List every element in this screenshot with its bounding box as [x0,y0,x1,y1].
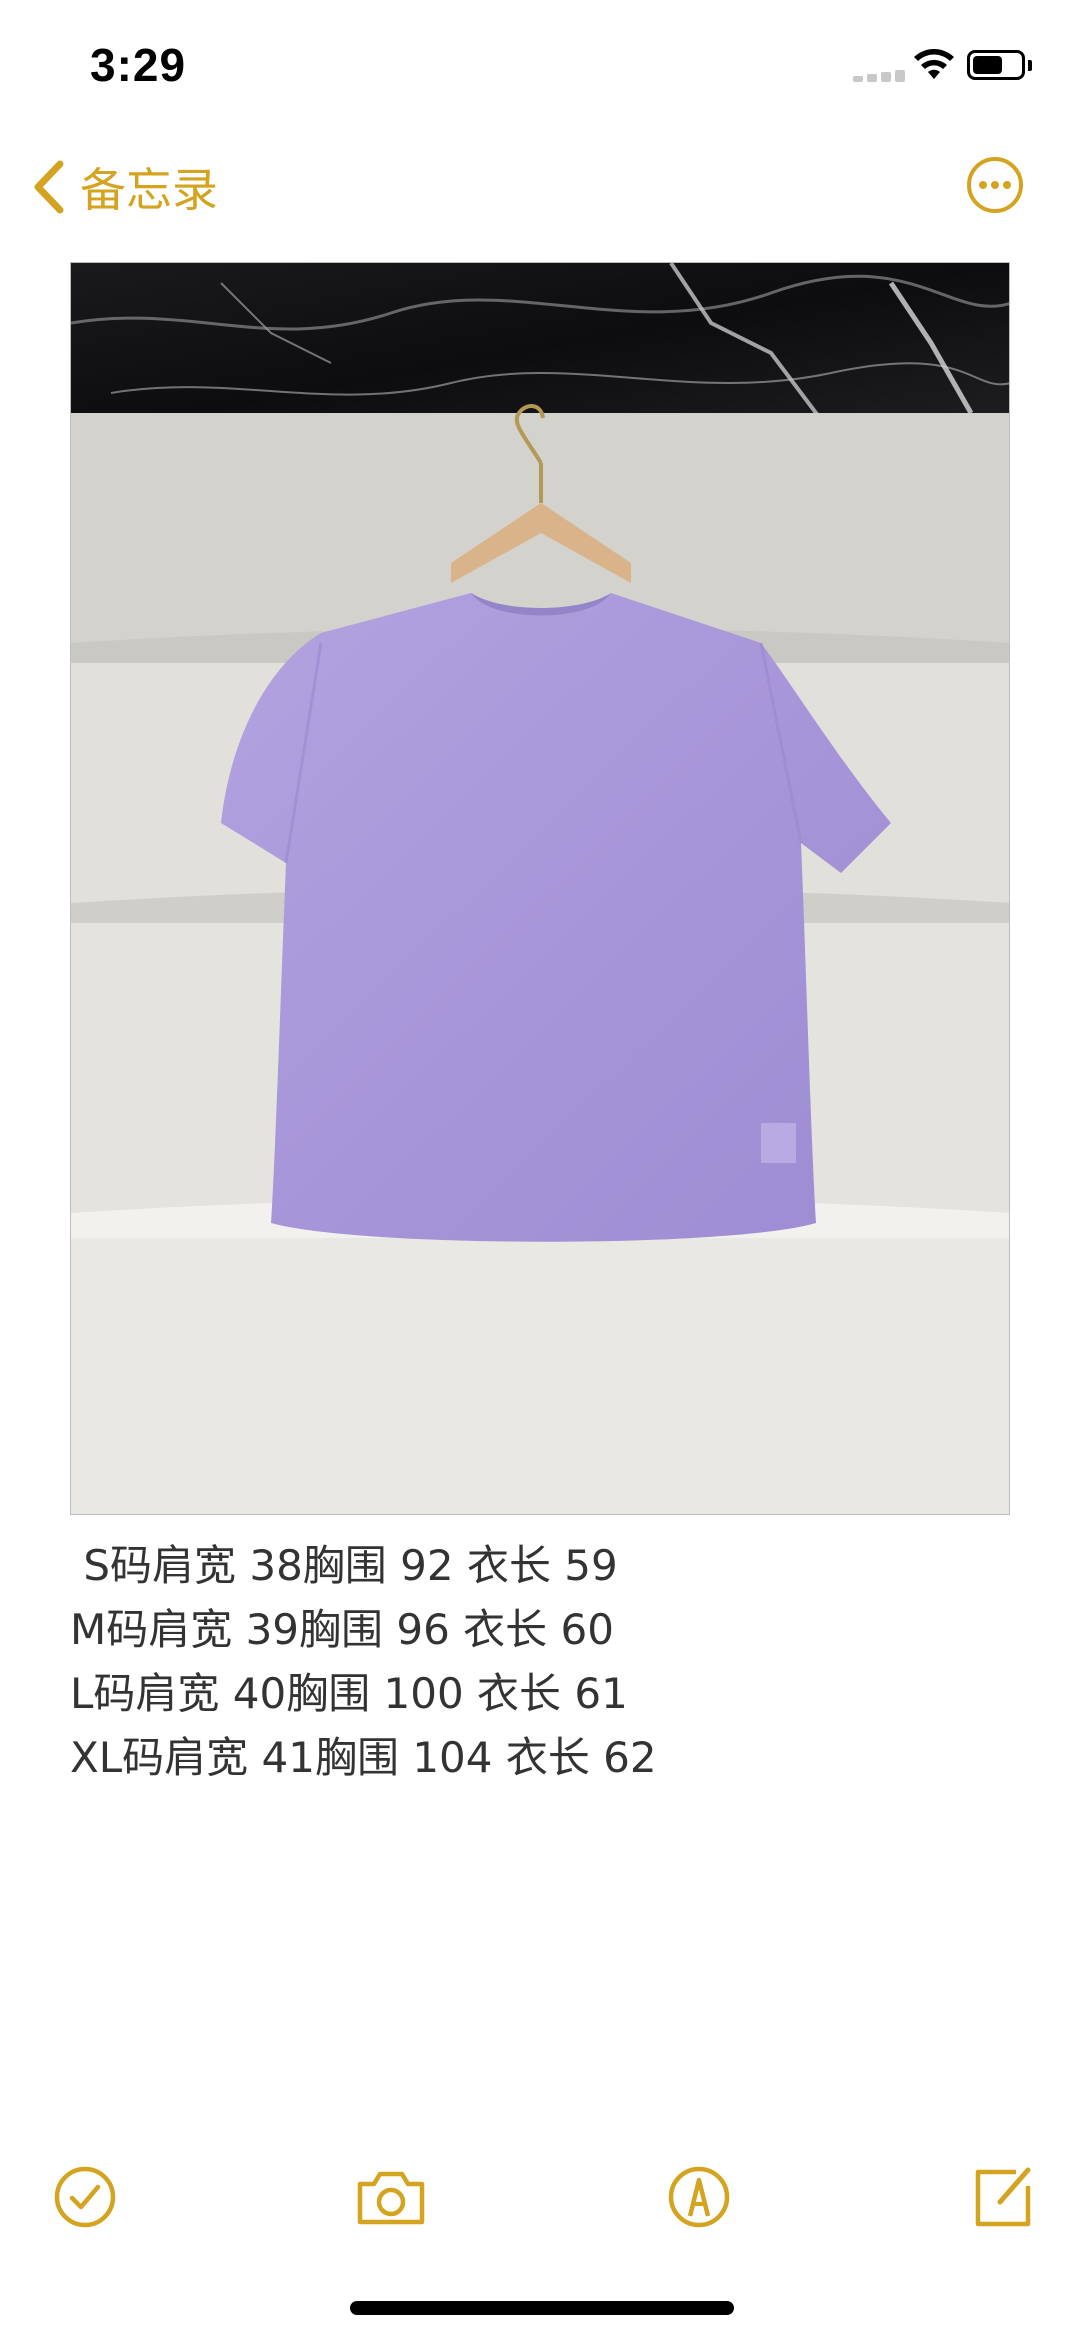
back-button[interactable]: 备忘录 [30,157,218,217]
size-line-m: M码肩宽 39胸围 96 衣长 60 [70,1605,614,1654]
camera-icon [357,2171,425,2225]
battery-tip [1028,60,1032,71]
tshirt-photo-illustration [71,263,1009,1514]
note-photo[interactable] [70,262,1010,1515]
chevron-left-icon [34,160,64,214]
ellipsis-circle-icon[interactable] [965,155,1025,215]
notes-screen: 3:29 备忘录 S码肩宽 38胸围 92 衣长 59 M码肩宽 39胸围 96… [0,0,1080,2337]
bottom-toolbar [0,2150,1080,2250]
markup-icon [668,2166,730,2228]
size-line-xl: XL码肩宽 41胸围 104 衣长 62 [70,1733,657,1782]
navigation-bar: 备忘录 [0,130,1080,240]
back-label: 备忘录 [80,163,218,217]
size-line-l: L码肩宽 40胸围 100 衣长 61 [70,1669,628,1718]
status-bar: 3:29 [0,0,1080,130]
wifi-icon [914,49,954,79]
checklist-button[interactable] [48,2160,122,2234]
size-line-s: S码肩宽 38胸围 92 衣长 59 [70,1541,618,1590]
battery-level [973,56,1002,74]
battery-icon [967,50,1025,80]
status-time: 3:29 [90,39,187,91]
cellular-signal-icon [853,68,905,82]
checklist-icon [54,2166,116,2228]
home-indicator[interactable] [350,2301,734,2315]
note-body[interactable]: S码肩宽 38胸围 92 衣长 59 M码肩宽 39胸围 96 衣长 60 L码… [70,1534,1010,1790]
compose-icon [975,2167,1031,2227]
markup-button[interactable] [662,2160,736,2234]
compose-button[interactable] [966,2160,1040,2234]
camera-button[interactable] [354,2160,428,2234]
